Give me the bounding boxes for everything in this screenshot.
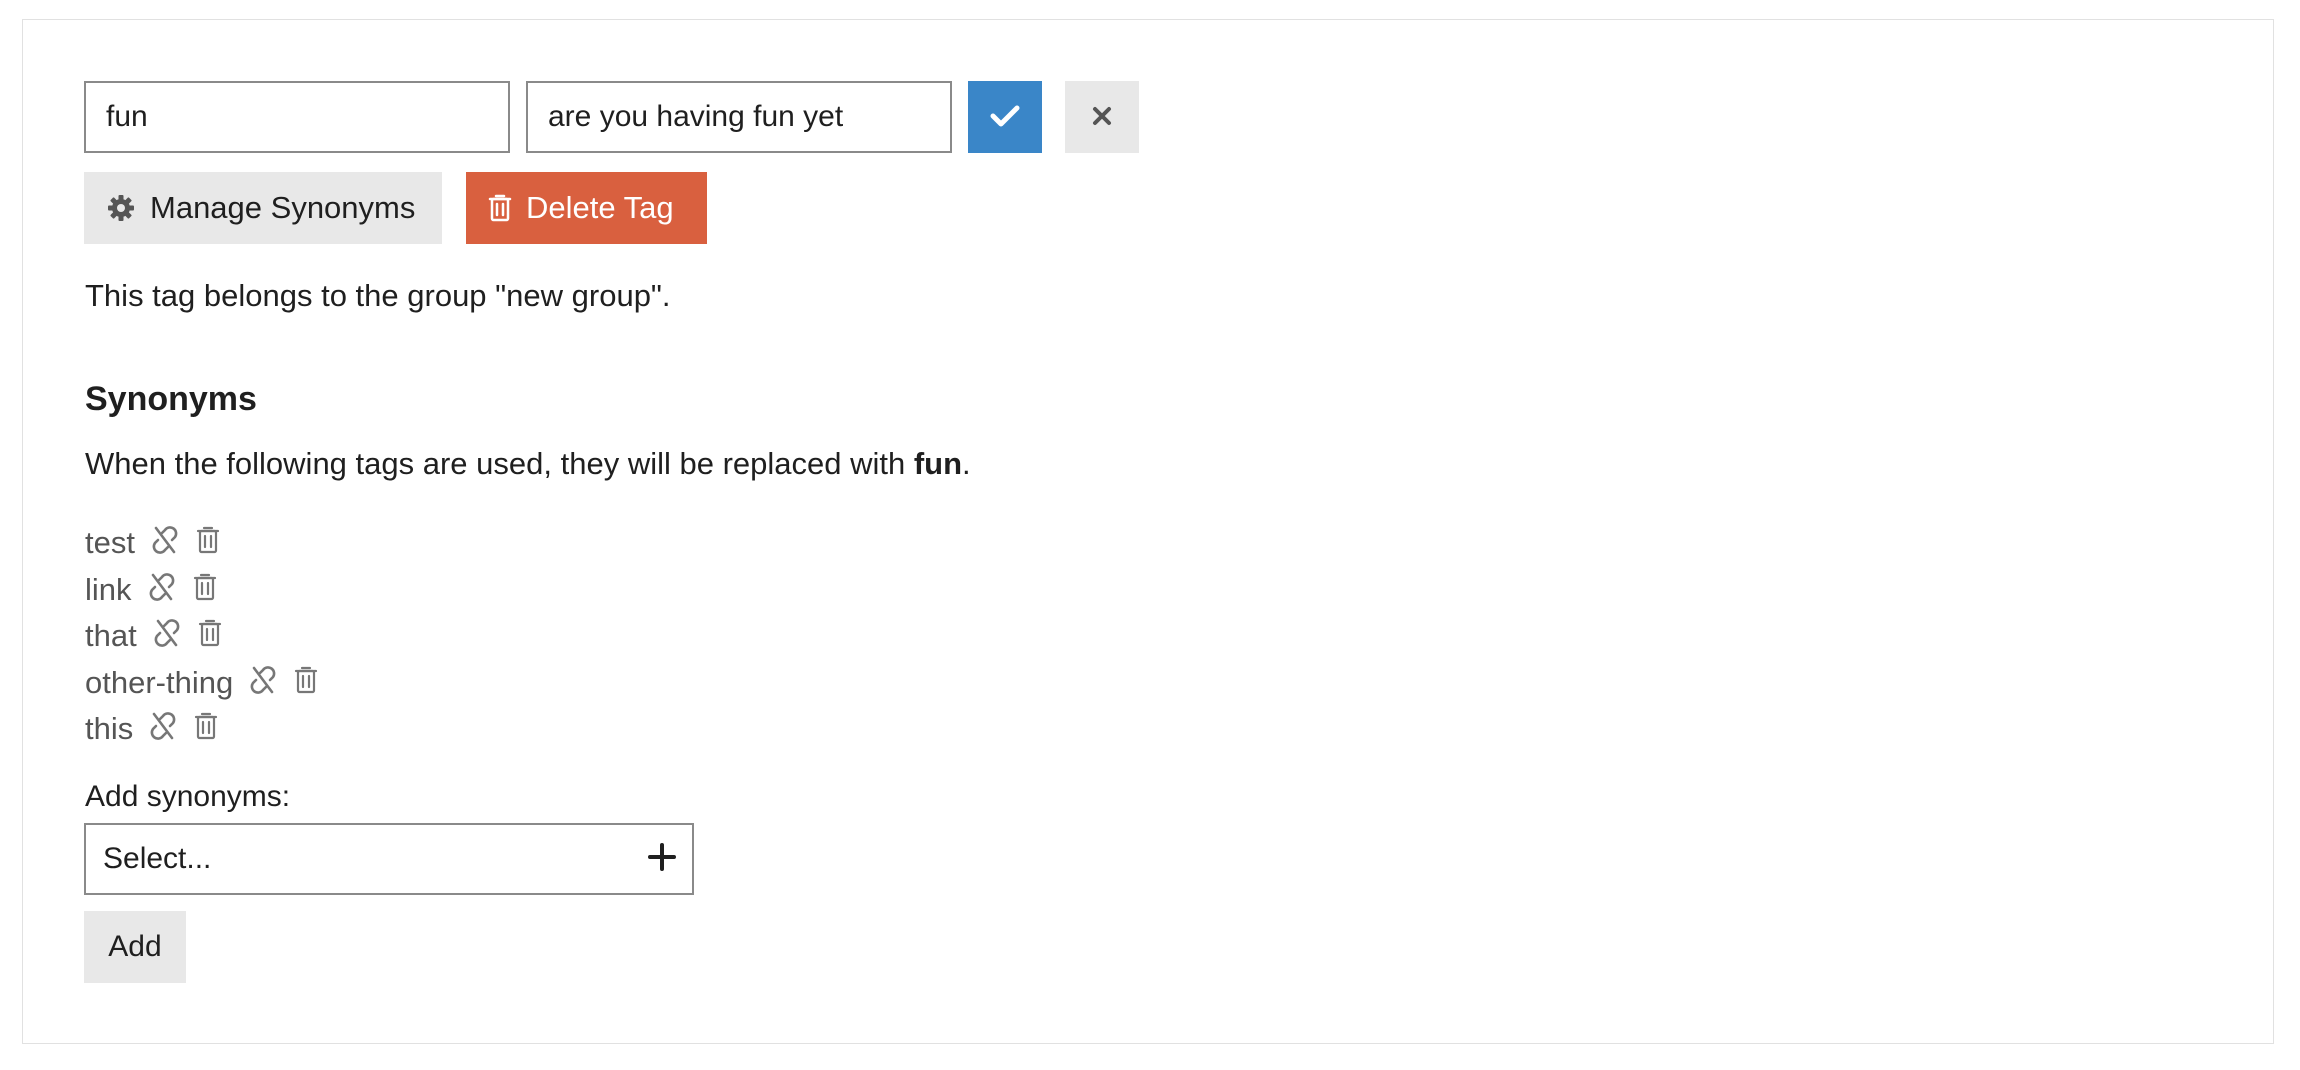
unlink-icon[interactable] <box>147 710 179 742</box>
synonym-label: that <box>85 618 137 654</box>
group-membership-note: This tag belongs to the group "new group… <box>85 278 671 313</box>
synonym-item: that <box>85 613 333 660</box>
unlink-icon[interactable] <box>149 524 181 556</box>
trash-icon[interactable] <box>197 618 223 648</box>
synonyms-description: When the following tags are used, they w… <box>85 446 971 482</box>
add-synonyms-label: Add synonyms: <box>85 780 291 813</box>
synonym-label: test <box>85 525 135 561</box>
synonym-select-placeholder: Select... <box>103 842 212 875</box>
tag-description-input[interactable] <box>526 81 952 153</box>
gear-icon <box>106 193 136 223</box>
trash-icon[interactable] <box>192 572 218 602</box>
delete-tag-button[interactable]: Delete Tag <box>466 172 707 244</box>
trash-icon[interactable] <box>195 525 221 555</box>
tag-action-row: Manage Synonyms Delete Tag <box>84 172 707 244</box>
synonym-select[interactable]: Select... <box>84 823 694 895</box>
synonym-item: test <box>85 520 333 567</box>
synonyms-description-text: When the following tags are used, they w… <box>85 446 914 481</box>
cancel-edit-button[interactable] <box>1065 81 1139 153</box>
add-synonyms-button[interactable]: Add <box>84 911 186 983</box>
unlink-icon[interactable] <box>151 617 183 649</box>
trash-icon <box>488 193 512 223</box>
unlink-icon[interactable] <box>247 664 279 696</box>
trash-icon[interactable] <box>193 711 219 741</box>
trash-icon[interactable] <box>293 665 319 695</box>
manage-synonyms-button[interactable]: Manage Synonyms <box>84 172 442 244</box>
synonym-item: this <box>85 706 333 753</box>
synonym-item: link <box>85 567 333 614</box>
manage-synonyms-label: Manage Synonyms <box>150 190 416 225</box>
synonym-label: this <box>85 711 134 747</box>
synonyms-target-tag: fun <box>913 446 963 481</box>
synonyms-heading: Synonyms <box>85 380 257 418</box>
check-icon <box>990 104 1020 131</box>
unlink-icon[interactable] <box>146 571 178 603</box>
synonyms-description-end: . <box>962 446 971 481</box>
synonym-list: test link that other-thing this <box>85 520 333 753</box>
synonym-item: other-thing <box>85 660 333 707</box>
delete-tag-label: Delete Tag <box>526 190 674 225</box>
close-icon <box>1091 105 1113 130</box>
synonym-label: link <box>85 571 132 607</box>
synonym-label: other-thing <box>85 664 234 700</box>
confirm-edit-button[interactable] <box>968 81 1042 153</box>
tag-edit-row <box>84 81 1139 153</box>
plus-icon[interactable] <box>648 842 676 876</box>
tag-name-input[interactable] <box>84 81 510 153</box>
